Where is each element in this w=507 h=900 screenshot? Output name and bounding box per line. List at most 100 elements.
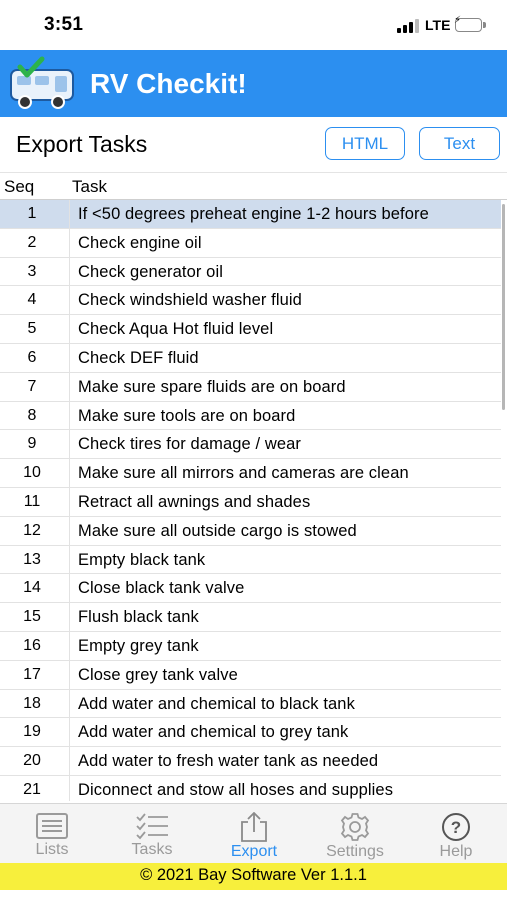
table-row[interactable]: 14 Close black tank valve (0, 574, 501, 604)
status-bar: 3:51 LTE ⚡ (0, 0, 507, 50)
column-divider (69, 487, 70, 516)
export-text-button[interactable]: Text (419, 127, 500, 160)
table-row[interactable]: 13 Empty black tank (0, 545, 501, 575)
column-divider (69, 574, 70, 603)
tab-help[interactable]: ? Help (406, 812, 506, 864)
row-seq: 10 (23, 464, 41, 482)
table-row[interactable]: 19 Add water and chemical to grey tank (0, 718, 501, 748)
table-row[interactable]: 8 Make sure tools are on board (0, 401, 501, 431)
row-seq: 11 (23, 492, 41, 510)
table-row[interactable]: 6 Check DEF fluid (0, 343, 501, 373)
table-row[interactable]: 5 Check Aqua Hot fluid level (0, 315, 501, 344)
tab-lists[interactable]: Lists (2, 812, 102, 864)
column-divider (69, 747, 70, 775)
row-task: Add water and chemical to black tank (78, 694, 355, 713)
table-row[interactable]: 20 Add water to fresh water tank as neede… (0, 747, 501, 776)
row-seq: 17 (23, 665, 41, 683)
export-html-button[interactable]: HTML (325, 127, 405, 160)
row-seq: 6 (27, 348, 37, 366)
row-seq: 5 (27, 320, 37, 338)
row-task: Diconnect and stow all hoses and supplie… (78, 780, 394, 799)
tab-label-tasks: Tasks (131, 841, 173, 858)
column-divider (69, 459, 70, 487)
column-divider (69, 689, 70, 718)
column-divider (69, 200, 70, 228)
tab-label-help: Help (439, 843, 473, 860)
copyright-footer: © 2021 Bay Software Ver 1.1.1 (0, 863, 507, 890)
app-header: RV Checkit! (0, 50, 507, 117)
row-seq: 18 (23, 694, 41, 712)
table-row[interactable]: 11 Retract all awnings and shades (0, 487, 501, 517)
row-task: Empty black tank (78, 550, 206, 569)
table-row[interactable]: 15 Flush black tank (0, 603, 501, 632)
column-divider (69, 631, 70, 660)
table-row[interactable]: 10 Make sure all mirrors and cameras are … (0, 459, 501, 488)
table-row[interactable]: 12 Make sure all outside cargo is stowed (0, 516, 501, 546)
battery-tip (483, 22, 486, 28)
row-seq: 4 (27, 291, 37, 309)
row-seq: 19 (23, 723, 41, 741)
column-divider (69, 775, 70, 801)
table-row[interactable]: 18 Add water and chemical to black tank (0, 689, 501, 719)
row-task: Check generator oil (78, 262, 223, 281)
column-divider (69, 315, 70, 343)
column-divider (69, 516, 70, 545)
column-divider (69, 545, 70, 574)
column-divider (69, 343, 70, 372)
table-row[interactable]: 21 Diconnect and stow all hoses and suppl… (0, 775, 501, 801)
network-label: LTE (425, 17, 451, 33)
signal-icon (397, 19, 419, 33)
home-indicator-area (0, 890, 507, 900)
table-row[interactable]: 16 Empty grey tank (0, 631, 501, 661)
tab-tasks[interactable]: Tasks (102, 812, 202, 864)
tab-label-settings: Settings (326, 843, 384, 860)
column-divider (69, 228, 70, 257)
row-task: Make sure tools are on board (78, 406, 296, 425)
row-seq: 13 (23, 550, 41, 568)
column-divider (69, 430, 70, 459)
row-task: Make sure all outside cargo is stowed (78, 521, 357, 540)
row-seq: 1 (27, 205, 37, 222)
svg-text:?: ? (451, 818, 461, 837)
row-task: Add water and chemical to grey tank (78, 723, 349, 742)
column-divider (69, 718, 70, 747)
tab-label-lists: Lists (35, 841, 69, 858)
battery-icon: ⚡ (454, 15, 482, 32)
column-divider (69, 257, 70, 286)
row-task: Check windshield washer fluid (78, 291, 302, 310)
gear-icon (340, 813, 370, 841)
row-task: Retract all awnings and shades (78, 492, 311, 511)
table-row[interactable]: 3 Check generator oil (0, 257, 501, 287)
table-row[interactable]: 7 Make sure spare fluids are on board (0, 372, 501, 402)
column-divider (69, 660, 70, 689)
tab-settings[interactable]: Settings (305, 812, 405, 864)
table-row[interactable]: 9 Check tires for damage / wear (0, 430, 501, 460)
table-header: Seq Task (0, 172, 507, 200)
tab-label-export: Export (230, 843, 278, 860)
column-header-task: Task (72, 177, 107, 196)
column-header-seq: Seq (4, 177, 35, 196)
table-row[interactable]: 17 Close grey tank valve (0, 660, 501, 690)
status-time: 3:51 (44, 14, 84, 35)
app-title: RV Checkit! (90, 68, 247, 99)
row-task: Flush black tank (78, 608, 199, 627)
table-row[interactable]: 1 If <50 degrees preheat engine 1-2 hours… (0, 200, 501, 229)
table-row[interactable]: 2 Check engine oil (0, 228, 501, 258)
row-seq: 9 (27, 435, 37, 453)
row-seq: 3 (27, 262, 37, 280)
row-task: If <50 degrees preheat engine 1-2 hours … (78, 205, 429, 223)
table-row[interactable]: 4 Check windshield washer fluid (0, 286, 501, 316)
task-table[interactable]: 1 If <50 degrees preheat engine 1-2 hours… (0, 200, 501, 801)
row-seq: 12 (23, 521, 41, 539)
row-task: Empty grey tank (78, 636, 199, 655)
scrollbar[interactable] (502, 204, 505, 410)
row-task: Check DEF fluid (78, 348, 199, 367)
row-seq: 7 (27, 377, 37, 395)
tab-export[interactable]: Export (204, 812, 304, 864)
column-divider (69, 401, 70, 430)
row-seq: 20 (23, 752, 41, 770)
list-icon (36, 813, 68, 839)
row-seq: 15 (23, 608, 41, 626)
row-task: Check tires for damage / wear (78, 435, 301, 454)
row-seq: 2 (27, 233, 37, 251)
